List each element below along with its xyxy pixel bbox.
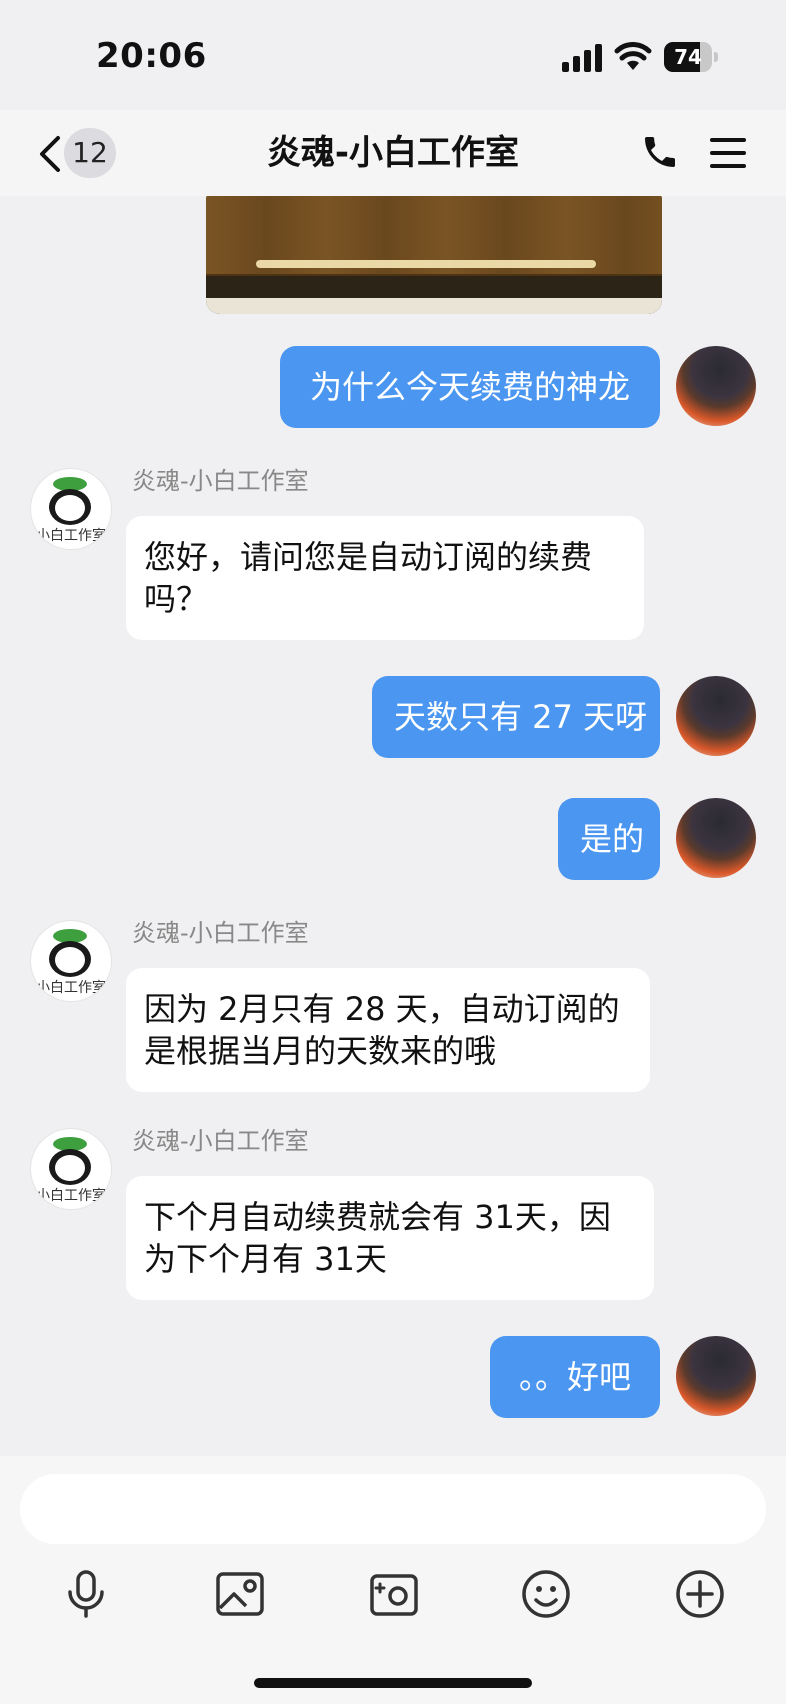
plus-icon[interactable] — [674, 1568, 726, 1620]
status-time: 20:06 — [96, 36, 207, 76]
message-bubble-outgoing[interactable]: 是的 — [558, 798, 660, 880]
bot-avatar[interactable]: 小白工作室 — [30, 920, 112, 1002]
user-avatar[interactable] — [676, 798, 756, 878]
message-input[interactable] — [20, 1474, 766, 1544]
unread-count-badge[interactable]: 12 — [64, 128, 116, 178]
menu-icon[interactable] — [710, 136, 746, 170]
message-list[interactable]: 为什么今天续费的神龙 小白工作室 炎魂-小白工作室 您好，请问您是自动订阅的续费… — [0, 196, 786, 1456]
battery-icon: 74 — [664, 42, 718, 72]
home-indicator — [254, 1678, 532, 1688]
user-avatar[interactable] — [676, 1336, 756, 1416]
emoji-icon[interactable] — [520, 1568, 572, 1620]
composer — [0, 1456, 786, 1704]
signal-icon — [562, 44, 602, 72]
shared-game-screenshot[interactable] — [206, 196, 662, 314]
camera-icon[interactable] — [368, 1568, 420, 1620]
sender-name: 炎魂-小白工作室 — [132, 467, 309, 495]
bot-avatar[interactable]: 小白工作室 — [30, 1128, 112, 1210]
image-icon[interactable] — [214, 1568, 266, 1620]
chat-title: 炎魂-小白工作室 — [266, 133, 520, 173]
message-bubble-incoming[interactable]: 下个月自动续费就会有 31天，因为下个月有 31天 — [126, 1176, 654, 1300]
bot-avatar[interactable]: 小白工作室 — [30, 468, 112, 550]
user-avatar[interactable] — [676, 676, 756, 756]
microphone-icon[interactable] — [60, 1568, 112, 1620]
message-bubble-outgoing[interactable]: 天数只有 27 天呀 — [372, 676, 660, 758]
user-avatar[interactable] — [676, 346, 756, 426]
back-chevron-icon[interactable] — [36, 134, 62, 174]
sender-name: 炎魂-小白工作室 — [132, 1127, 309, 1155]
message-bubble-incoming[interactable]: 因为 2月只有 28 天，自动订阅的是根据当月的天数来的哦 — [126, 968, 650, 1092]
message-bubble-incoming[interactable]: 您好，请问您是自动订阅的续费吗？ — [126, 516, 644, 640]
status-bar: 20:06 74 — [0, 0, 786, 110]
phone-icon[interactable] — [640, 132, 680, 172]
sender-name: 炎魂-小白工作室 — [132, 919, 309, 947]
message-bubble-outgoing[interactable]: 为什么今天续费的神龙 — [280, 346, 660, 428]
wifi-icon — [614, 42, 652, 70]
chat-header: 12 炎魂-小白工作室 — [0, 110, 786, 196]
battery-level: 74 — [674, 45, 702, 69]
message-bubble-outgoing[interactable]: 。。好吧 — [490, 1336, 660, 1418]
